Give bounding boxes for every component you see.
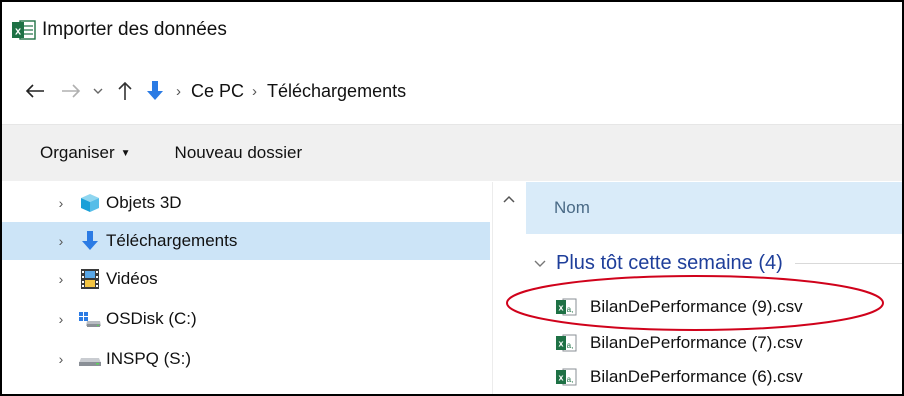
- command-bar: Organiser ▼ Nouveau dossier: [2, 124, 902, 181]
- svg-text:x: x: [15, 26, 22, 38]
- group-header[interactable]: Plus tôt cette semaine (4): [534, 248, 902, 278]
- file-name: BilanDePerformance (9).csv: [590, 297, 803, 316]
- network-drive-icon: [78, 348, 102, 370]
- excel-csv-icon: a, x: [556, 296, 580, 318]
- file-name: BilanDePerformance (7).csv: [590, 333, 803, 352]
- chevron-down-icon[interactable]: [88, 76, 108, 106]
- excel-csv-icon: a, x: [556, 332, 580, 354]
- file-list-pane: Nom Plus tôt cette semaine (4) a, x Bila…: [526, 182, 902, 394]
- group-divider: [794, 262, 902, 264]
- expand-chevron-icon[interactable]: ›: [52, 233, 70, 249]
- file-item[interactable]: a, x BilanDePerformance (9).csv: [556, 290, 803, 324]
- file-item[interactable]: a, x BilanDePerformance (7).csv: [556, 326, 803, 360]
- excel-icon: x: [12, 19, 36, 41]
- organize-label: Organiser: [40, 143, 115, 162]
- scroll-up-icon[interactable]: [503, 190, 515, 206]
- nav-item-videos[interactable]: › Vidéos: [2, 260, 490, 298]
- import-dialog-window: x Importer des données › Ce PC › Télécha…: [0, 0, 904, 396]
- breadcrumb-separator-icon: ›: [176, 82, 181, 100]
- svg-text:x: x: [558, 339, 563, 349]
- nav-item-inspq[interactable]: › INSPQ (S:): [2, 340, 490, 378]
- navigation-pane: › Objets 3D › Téléchargements › Vidéos ›…: [2, 182, 492, 394]
- windows-drive-icon: [78, 308, 102, 330]
- column-header-label: Nom: [554, 198, 590, 217]
- svg-text:x: x: [558, 303, 563, 313]
- caret-down-icon: ▼: [120, 148, 131, 159]
- cube-3d-icon: [78, 192, 102, 214]
- window-title: Importer des données: [42, 19, 227, 40]
- arrow-left-icon[interactable]: [20, 76, 50, 106]
- nav-item-label: Vidéos: [106, 269, 158, 288]
- nav-item-telechargements[interactable]: › Téléchargements: [2, 222, 490, 260]
- nav-scrollbar[interactable]: [492, 182, 525, 394]
- svg-text:a,: a,: [567, 305, 574, 314]
- title-bar: x Importer des données: [2, 2, 902, 58]
- breadcrumb-separator-icon: ›: [252, 82, 258, 100]
- address-bar: › Ce PC › Téléchargements: [2, 58, 902, 124]
- breadcrumb-telechargements[interactable]: Téléchargements: [267, 81, 406, 102]
- nav-item-label: OSDisk (C:): [106, 309, 197, 328]
- downloads-arrow-icon: [142, 80, 168, 102]
- file-name: BilanDePerformance (6).csv: [590, 367, 803, 386]
- arrow-up-icon[interactable]: [108, 76, 142, 106]
- excel-csv-icon: a, x: [556, 366, 580, 388]
- expand-chevron-icon[interactable]: ›: [52, 351, 70, 367]
- svg-text:x: x: [558, 373, 563, 383]
- film-icon: [78, 268, 102, 290]
- arrow-right-icon[interactable]: [54, 76, 88, 106]
- nav-item-label: INSPQ (S:): [106, 349, 192, 368]
- new-folder-button[interactable]: Nouveau dossier: [175, 143, 303, 163]
- breadcrumb-ce-pc[interactable]: Ce PC: [191, 81, 244, 102]
- expand-chevron-icon[interactable]: ›: [52, 271, 70, 287]
- nav-item-label: Téléchargements: [106, 231, 238, 250]
- downloads-arrow-icon: [78, 230, 102, 252]
- group-label: Plus tôt cette semaine (4): [556, 251, 783, 274]
- nav-item-label: Objets 3D: [106, 193, 182, 212]
- svg-text:a,: a,: [567, 341, 574, 350]
- expand-chevron-icon[interactable]: ›: [52, 311, 70, 327]
- nav-item-objets-3d[interactable]: › Objets 3D: [2, 184, 490, 222]
- chevron-down-icon[interactable]: [534, 256, 556, 271]
- svg-text:a,: a,: [567, 375, 574, 384]
- column-header-name[interactable]: Nom: [526, 182, 902, 234]
- nav-item-osdisk[interactable]: › OSDisk (C:): [2, 300, 490, 338]
- expand-chevron-icon[interactable]: ›: [52, 195, 70, 211]
- file-item[interactable]: a, x BilanDePerformance (6).csv: [556, 360, 803, 394]
- organize-button[interactable]: Organiser ▼: [40, 143, 131, 163]
